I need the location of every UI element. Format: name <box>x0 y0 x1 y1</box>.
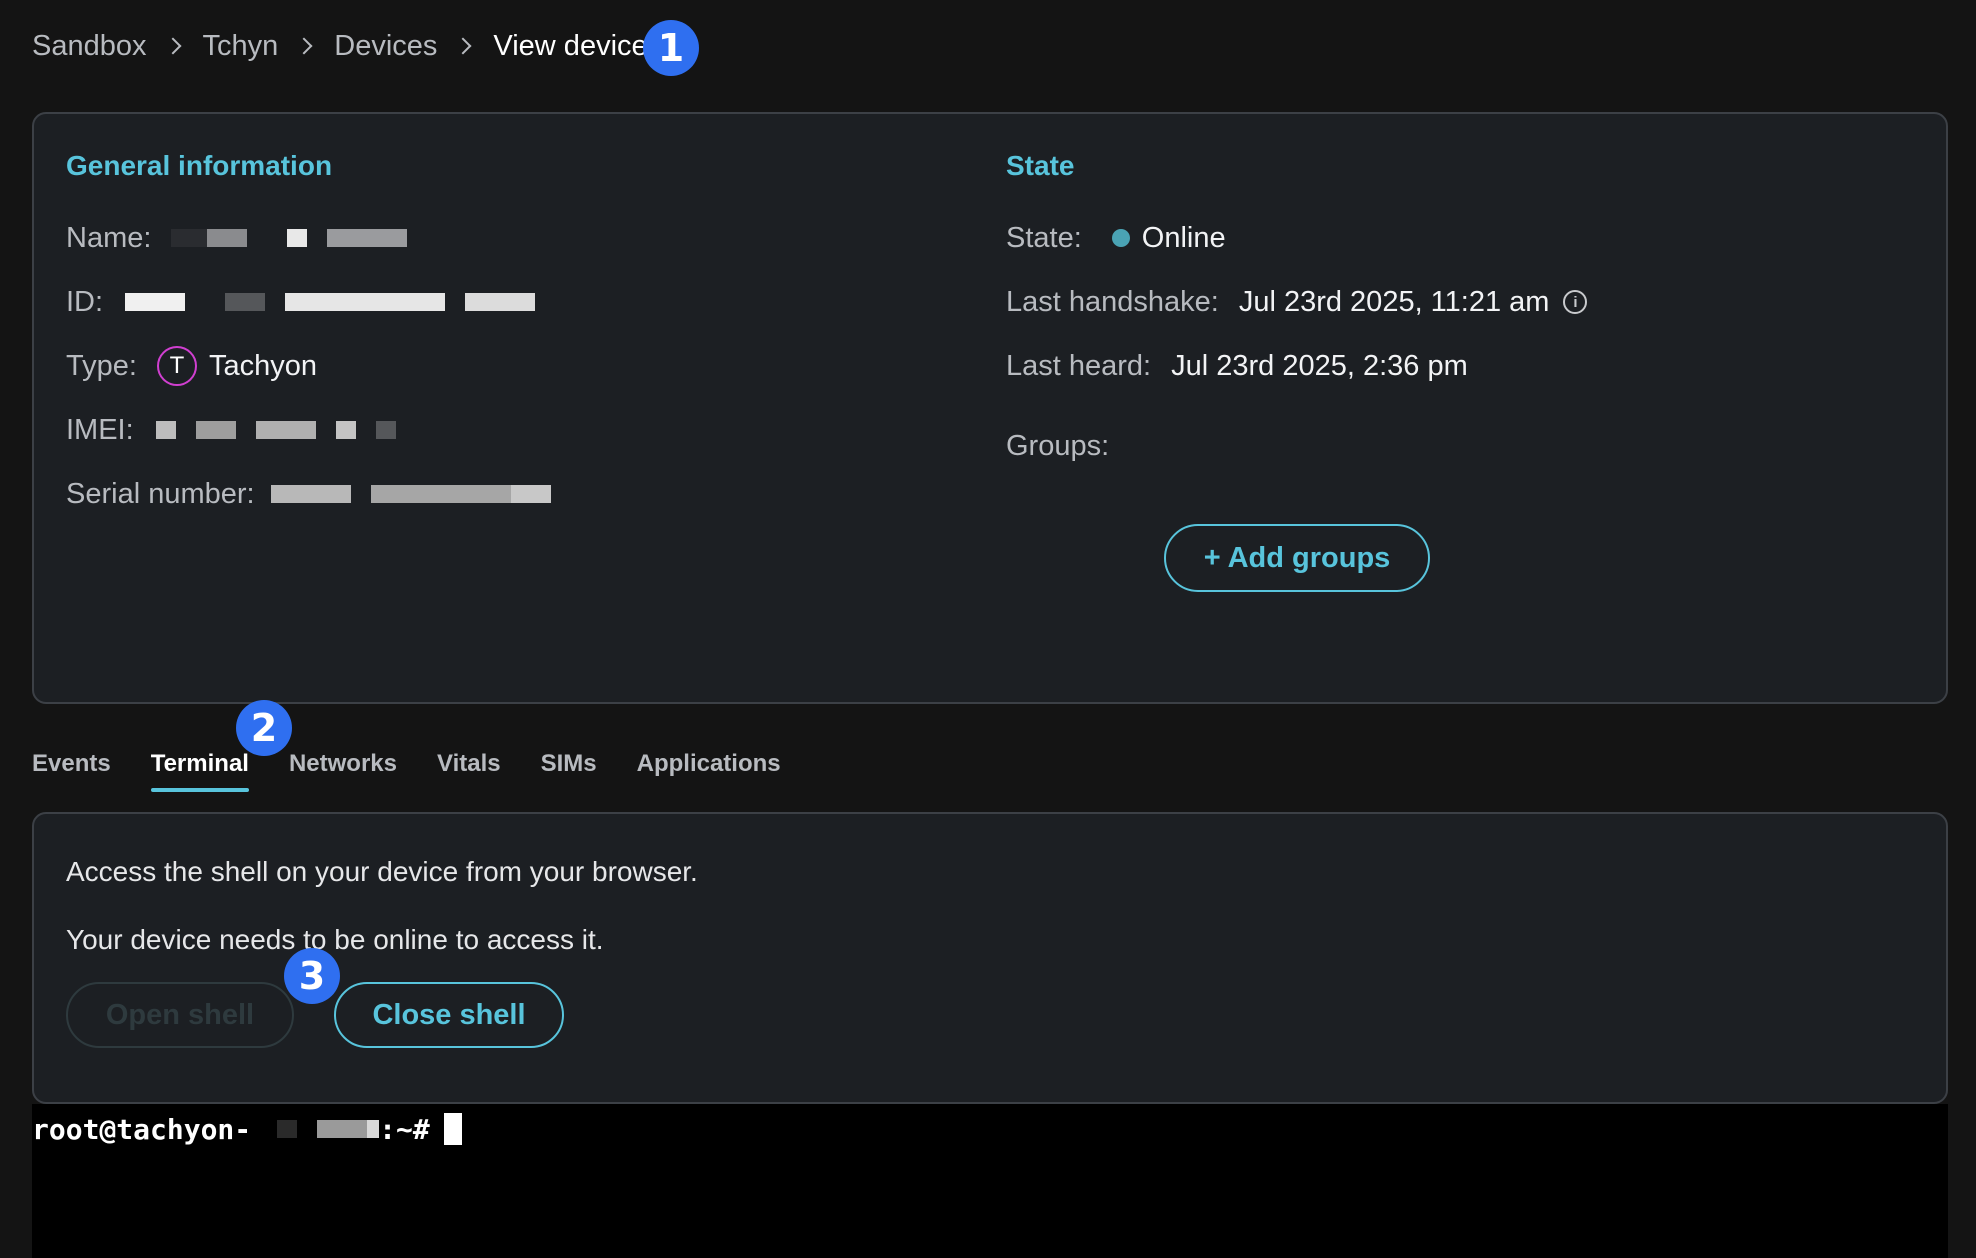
info-icon[interactable]: i <box>1563 290 1588 314</box>
breadcrumb-sandbox[interactable]: Sandbox <box>32 30 147 63</box>
last-heard-label: Last heard: <box>1006 349 1152 382</box>
state-title: State <box>1006 150 1075 181</box>
tab-events[interactable]: Events <box>32 750 111 800</box>
serial-number-redacted-value <box>270 482 551 506</box>
chevron-right-icon <box>164 37 181 55</box>
imei-redacted-value <box>155 418 396 442</box>
name-label: Name: <box>66 221 152 254</box>
breadcrumb-current: View device <box>493 29 648 62</box>
terminal-output[interactable]: root@tachyon- :~# <box>32 1104 1948 1258</box>
imei-label: IMEI: <box>66 413 134 446</box>
online-requirement-note: Your device needs to be online to access… <box>66 924 604 955</box>
tab-sims[interactable]: SIMs <box>541 750 597 800</box>
step-marker-1: 1 <box>643 20 699 76</box>
tachyon-type-icon: T <box>156 346 197 386</box>
terminal-prompt-line: root@tachyon- :~# <box>32 1110 462 1148</box>
state-value: Online <box>1141 221 1226 254</box>
chevron-right-icon <box>454 37 472 55</box>
tab-vitals[interactable]: Vitals <box>437 750 501 800</box>
device-tabs: Events Terminal Networks Vitals SIMs App… <box>32 750 821 800</box>
breadcrumb-devices[interactable]: Devices <box>334 30 437 63</box>
name-row: Name: <box>66 218 408 258</box>
shell-access-description: Access the shell on your device from you… <box>66 856 698 887</box>
prompt-prefix: root@tachyon- <box>32 1112 252 1146</box>
last-handshake-row: Last handshake: Jul 23rd 2025, 11:21 am … <box>1006 282 1588 322</box>
imei-row: IMEI: <box>66 410 396 450</box>
tab-applications[interactable]: Applications <box>637 750 781 800</box>
name-redacted-value <box>171 226 408 250</box>
state-row: State: Online <box>1006 218 1226 258</box>
id-row: ID: <box>66 282 536 322</box>
breadcrumb-tchyn[interactable]: Tchyn <box>203 30 279 63</box>
last-heard-value: Jul 23rd 2025, 2:36 pm <box>1171 349 1468 382</box>
device-info-card: General information Name: ID: Type: T Ta… <box>32 112 1948 704</box>
type-value: Tachyon <box>208 349 317 382</box>
type-row: Type: T Tachyon <box>66 346 317 386</box>
tab-terminal[interactable]: Terminal <box>150 750 250 800</box>
tab-networks[interactable]: Networks <box>289 750 397 800</box>
hostname-redacted <box>251 1117 380 1141</box>
step-marker-2: 2 <box>236 700 292 756</box>
id-redacted-value <box>125 290 536 314</box>
open-shell-button[interactable]: Open shell <box>66 982 294 1048</box>
step-marker-3: 3 <box>284 948 340 1004</box>
groups-label: Groups: <box>1006 429 1110 462</box>
serial-number-row: Serial number: <box>66 474 551 514</box>
general-information-title: General information <box>66 150 333 181</box>
add-groups-button[interactable]: + Add groups <box>1164 524 1430 592</box>
last-handshake-label: Last handshake: <box>1006 285 1219 318</box>
state-label: State: <box>1006 221 1082 254</box>
prompt-suffix: :~# <box>379 1112 430 1146</box>
last-handshake-value: Jul 23rd 2025, 11:21 am <box>1238 285 1550 318</box>
serial-number-label: Serial number: <box>66 477 255 510</box>
online-status-dot-icon <box>1111 229 1130 247</box>
chevron-right-icon <box>295 37 313 55</box>
type-label: Type: <box>66 349 137 382</box>
groups-row: Groups: <box>1006 426 1109 466</box>
terminal-cursor <box>443 1113 462 1145</box>
breadcrumb: Sandbox Tchyn Devices View device <box>32 22 648 70</box>
id-label: ID: <box>66 285 104 318</box>
last-heard-row: Last heard: Jul 23rd 2025, 2:36 pm <box>1006 346 1468 386</box>
close-shell-button[interactable]: Close shell <box>334 982 564 1048</box>
